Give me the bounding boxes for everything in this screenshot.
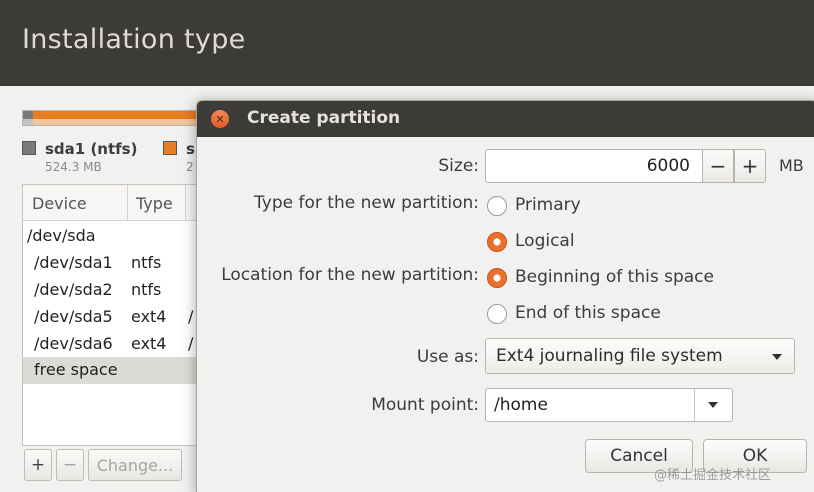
radio-logical[interactable] [487,232,507,252]
row-type: ntfs [131,280,162,299]
row-type: ext4 [131,307,167,326]
row-device: free space [34,360,118,379]
legend-name: sda1 (ntfs) [45,140,138,158]
partition-type-label: Type for the new partition: [254,193,479,213]
radio-end[interactable] [487,304,507,324]
table-row[interactable]: /dev/sda1 ntfs [23,250,201,277]
row-mount: / [188,334,194,353]
page-title: Installation type [22,24,246,55]
radio-end-label[interactable]: End of this space [515,303,661,323]
dialog-title: Create partition [247,108,401,128]
create-partition-dialog: ✕ Create partition Size: 6000 − + MB Typ… [196,100,814,492]
size-unit: MB [779,156,804,175]
chevron-down-icon[interactable] [708,402,718,408]
column-header-type[interactable]: Type [136,194,173,213]
table-row[interactable]: /dev/sda [23,223,201,250]
row-device: /dev/sda1 [34,253,113,272]
installer-header: Installation type [0,0,814,86]
radio-primary[interactable] [487,196,507,216]
size-label: Size: [438,156,479,176]
add-partition-button[interactable]: + [24,449,52,481]
dialog-titlebar: ✕ Create partition [197,101,814,137]
disk-usage-bar [22,110,202,126]
radio-primary-label[interactable]: Primary [515,195,581,215]
row-type: ntfs [131,253,162,272]
legend-size: 524.3 MB [45,160,102,174]
legend-size: 2 [186,160,194,174]
legend-swatch [22,141,36,155]
column-separator [127,185,128,221]
table-row-selected[interactable]: free space [23,357,201,384]
column-separator [185,185,186,221]
size-decrement-button[interactable]: − [702,149,734,183]
watermark: @稀土掘金技术社区 [654,468,772,483]
table-header: Device Type [23,185,201,221]
column-header-device[interactable]: Device [32,194,87,213]
change-partition-button[interactable]: Change... [88,449,182,481]
mount-point-value[interactable]: /home [494,395,548,415]
row-type: ext4 [131,334,167,353]
combo-divider [694,389,695,421]
radio-beginning-label[interactable]: Beginning of this space [515,267,714,287]
size-increment-button[interactable]: + [734,149,766,183]
close-icon[interactable]: ✕ [211,110,229,128]
mount-point-label: Mount point: [371,395,479,415]
remove-partition-button[interactable]: − [56,449,84,481]
disk-bar-shade [23,119,201,125]
use-as-select[interactable]: Ext4 journaling file system [485,338,795,374]
chevron-down-icon [772,354,782,360]
partition-table: Device Type /dev/sda /dev/sda1 ntfs /dev… [22,184,202,446]
table-row[interactable]: /dev/sda6 ext4 / [23,331,201,358]
mount-point-combo[interactable]: /home [485,388,733,422]
use-as-label: Use as: [416,347,479,367]
use-as-value: Ext4 journaling file system [496,346,723,366]
row-mount: / [188,307,194,326]
table-row[interactable]: /dev/sda2 ntfs [23,277,201,304]
row-device: /dev/sda5 [34,307,113,326]
radio-beginning[interactable] [487,268,507,288]
legend-swatch [163,141,177,155]
radio-logical-label[interactable]: Logical [515,231,575,251]
legend-name: s [186,140,195,158]
size-input[interactable]: 6000 [485,149,703,183]
row-device: /dev/sda [27,226,96,245]
row-device: /dev/sda6 [34,334,113,353]
table-row[interactable]: /dev/sda5 ext4 / [23,304,201,331]
location-label: Location for the new partition: [221,265,479,285]
row-device: /dev/sda2 [34,280,113,299]
